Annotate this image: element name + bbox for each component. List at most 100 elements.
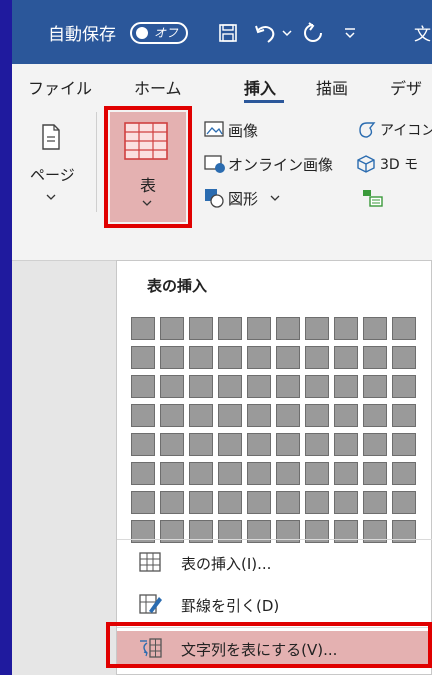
table-grid-cell[interactable] [334, 462, 358, 485]
table-grid-cell[interactable] [247, 375, 271, 398]
menu-item-insert-table[interactable]: 表の挿入(I)... [117, 545, 432, 581]
table-grid-cell[interactable] [392, 462, 416, 485]
table-grid-cell[interactable] [131, 346, 155, 369]
table-grid-cell[interactable] [334, 317, 358, 340]
redo-icon[interactable] [302, 22, 324, 44]
table-grid-cell[interactable] [131, 375, 155, 398]
table-grid-cell[interactable] [160, 433, 184, 456]
table-grid-cell[interactable] [189, 491, 213, 514]
table-grid-cell[interactable] [363, 491, 387, 514]
table-grid-cell[interactable] [160, 375, 184, 398]
table-grid-cell[interactable] [160, 491, 184, 514]
table-grid-cell[interactable] [305, 404, 329, 427]
table-grid-cell[interactable] [363, 375, 387, 398]
table-grid-cell[interactable] [247, 404, 271, 427]
table-grid-cell[interactable] [218, 462, 242, 485]
table-grid-cell[interactable] [334, 375, 358, 398]
table-grid-cell[interactable] [276, 317, 300, 340]
table-grid-cell[interactable] [392, 433, 416, 456]
table-grid-cell[interactable] [218, 317, 242, 340]
save-icon[interactable] [218, 23, 238, 43]
table-grid-cell[interactable] [131, 491, 155, 514]
table-grid-cell[interactable] [363, 462, 387, 485]
pages-button[interactable]: ページ [26, 116, 82, 220]
table-grid-cell[interactable] [276, 433, 300, 456]
undo-icon[interactable] [254, 22, 278, 44]
table-grid-cell[interactable] [247, 462, 271, 485]
picture-button[interactable]: 画像 [204, 120, 294, 140]
table-grid-cell[interactable] [334, 346, 358, 369]
table-grid-cell[interactable] [363, 433, 387, 456]
table-grid-cell[interactable] [392, 404, 416, 427]
ribbon-tabs: ファイル ホーム 挿入 描画 デザ [12, 64, 432, 108]
table-grid-cell[interactable] [218, 346, 242, 369]
table-grid-cell[interactable] [305, 433, 329, 456]
table-grid-cell[interactable] [189, 317, 213, 340]
autosave-toggle[interactable]: オフ [130, 22, 188, 44]
table-grid-cell[interactable] [160, 404, 184, 427]
table-grid-cell[interactable] [218, 404, 242, 427]
table-grid-cell[interactable] [305, 491, 329, 514]
table-grid-cell[interactable] [276, 404, 300, 427]
table-grid-cell[interactable] [363, 346, 387, 369]
table-grid-cell[interactable] [218, 433, 242, 456]
menu-item-draw-table[interactable]: 罫線を引く(D) [117, 587, 432, 623]
table-grid-cell[interactable] [363, 404, 387, 427]
table-grid-cell[interactable] [305, 346, 329, 369]
table-grid-cell[interactable] [131, 317, 155, 340]
smartart-icon [363, 190, 383, 207]
document-title: 文 [414, 25, 431, 45]
table-grid-cell[interactable] [218, 375, 242, 398]
table-grid-cell[interactable] [334, 491, 358, 514]
table-grid-cell[interactable] [276, 375, 300, 398]
table-grid-cell[interactable] [334, 404, 358, 427]
table-grid-cell[interactable] [131, 433, 155, 456]
table-grid-cell[interactable] [189, 404, 213, 427]
table-grid-cell[interactable] [247, 433, 271, 456]
table-grid-cell[interactable] [160, 346, 184, 369]
autosave-label: 自動保存 [48, 25, 116, 45]
table-grid-cell[interactable] [305, 317, 329, 340]
table-grid-cell[interactable] [276, 491, 300, 514]
table-grid-cell[interactable] [392, 346, 416, 369]
table-grid-cell[interactable] [392, 317, 416, 340]
table-grid-cell[interactable] [247, 491, 271, 514]
customize-toolbar-icon[interactable] [344, 26, 356, 40]
table-grid-cell[interactable] [189, 462, 213, 485]
tab-design[interactable]: デザ [390, 75, 422, 99]
table-grid-cell[interactable] [334, 433, 358, 456]
undo-dropdown-chevron-icon[interactable] [282, 30, 292, 38]
tab-draw[interactable]: 描画 [316, 75, 348, 99]
tab-file[interactable]: ファイル [28, 75, 92, 99]
table-grid-cell[interactable] [131, 404, 155, 427]
icons-button[interactable]: アイコン [356, 120, 432, 140]
shapes-button[interactable]: 図形 [204, 188, 294, 208]
ribbon-separator [96, 112, 97, 212]
shapes-chevron-down-icon [270, 195, 280, 201]
table-grid-cell[interactable] [189, 346, 213, 369]
smartart-button[interactable] [362, 188, 386, 208]
3d-models-label: 3D モ [380, 157, 419, 173]
table-grid-cell[interactable] [131, 462, 155, 485]
table-grid-cell[interactable] [247, 346, 271, 369]
table-grid-cell[interactable] [276, 346, 300, 369]
table-grid-cell[interactable] [160, 462, 184, 485]
table-grid-cell[interactable] [363, 317, 387, 340]
table-grid-cell[interactable] [276, 462, 300, 485]
picture-label: 画像 [228, 122, 259, 140]
tab-home[interactable]: ホーム [134, 75, 182, 99]
table-grid-cell[interactable] [392, 491, 416, 514]
table-grid-cell[interactable] [189, 433, 213, 456]
tab-insert[interactable]: 挿入 [244, 75, 276, 99]
table-grid-cell[interactable] [247, 317, 271, 340]
online-picture-button[interactable]: オンライン画像 [204, 154, 354, 174]
table-grid-cell[interactable] [189, 375, 213, 398]
ribbon: ページ 画像 オンライン画像 図形 アイコン 3D モ [12, 108, 432, 261]
table-grid-cell[interactable] [305, 462, 329, 485]
3d-models-button[interactable]: 3D モ [356, 154, 432, 174]
page-icon [42, 124, 60, 150]
table-grid-cell[interactable] [305, 375, 329, 398]
table-grid-cell[interactable] [160, 317, 184, 340]
table-grid-cell[interactable] [218, 491, 242, 514]
table-grid-cell[interactable] [392, 375, 416, 398]
